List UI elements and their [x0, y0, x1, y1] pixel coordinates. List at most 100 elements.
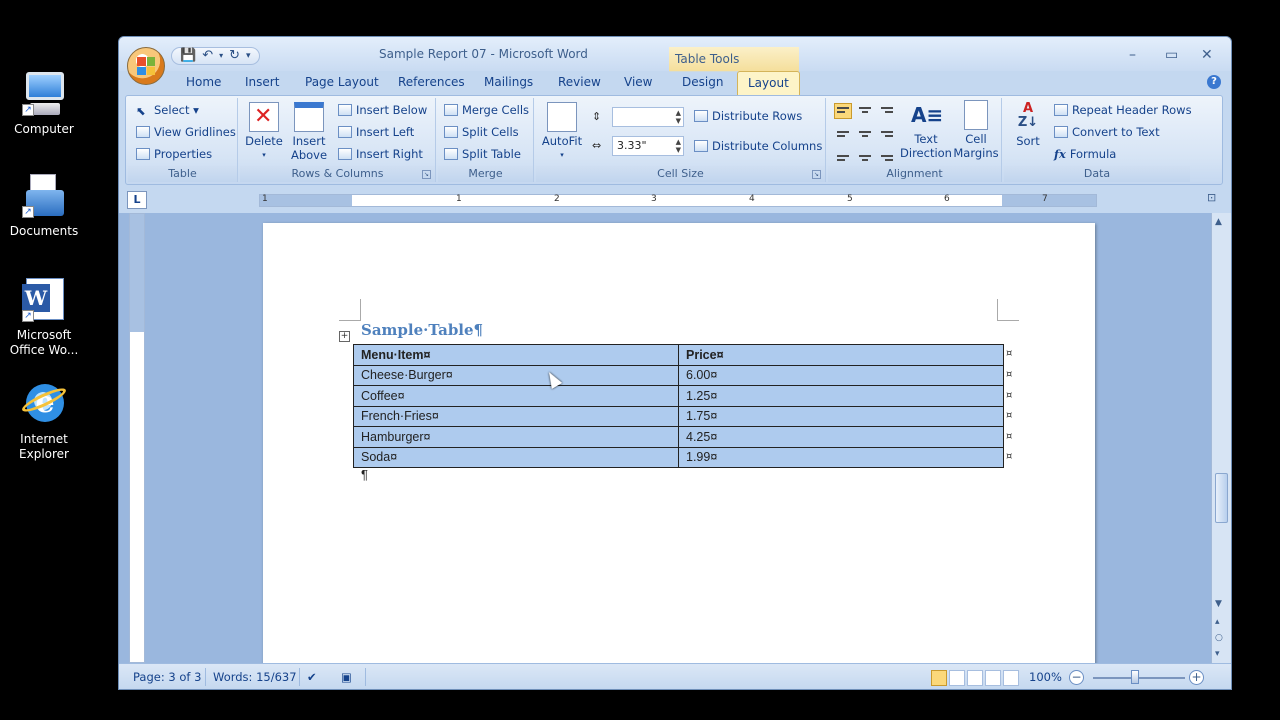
macro-record-icon[interactable]: ▣: [341, 670, 352, 684]
table-cell[interactable]: Soda¤: [353, 446, 679, 468]
office-button[interactable]: [127, 47, 165, 85]
align-top-right-icon[interactable]: [878, 103, 896, 119]
table-cell[interactable]: 1.75¤: [678, 405, 1004, 427]
print-layout-view-icon[interactable]: [931, 670, 947, 686]
word-count[interactable]: Words: 15/637: [213, 670, 297, 684]
formula-button[interactable]: fx Formula: [1054, 147, 1116, 161]
view-ruler-icon[interactable]: ⊡: [1207, 191, 1223, 207]
table-row[interactable]: Hamburger¤ 4.25¤: [353, 426, 1004, 448]
table-cell[interactable]: 6.00¤: [678, 364, 1004, 386]
scrollbar-thumb[interactable]: [1215, 473, 1228, 523]
horizontal-ruler[interactable]: 1 1 2 3 4 5 6 7: [259, 194, 1097, 207]
spinner-arrows-icon[interactable]: ▲ ▼: [676, 109, 681, 125]
insert-right-button[interactable]: Insert Right: [338, 147, 423, 161]
split-cells-button[interactable]: Split Cells: [444, 125, 519, 139]
column-width-input[interactable]: 3.33" ▲ ▼: [612, 136, 684, 156]
tab-review[interactable]: Review: [558, 75, 601, 89]
browse-object-icon[interactable]: ○: [1215, 633, 1223, 643]
sort-button[interactable]: A Z↓ Sort: [1010, 102, 1046, 149]
insert-left-button[interactable]: Insert Left: [338, 125, 414, 139]
maximize-button[interactable]: ▭: [1165, 47, 1178, 63]
zoom-slider-knob[interactable]: [1131, 670, 1139, 684]
align-center-right-icon[interactable]: [878, 125, 896, 141]
align-bottom-right-icon[interactable]: [878, 147, 896, 163]
customize-qat-icon[interactable]: ▾: [246, 48, 251, 64]
table-move-handle-icon[interactable]: +: [339, 331, 350, 342]
insert-above-button[interactable]: Insert Above: [288, 102, 330, 162]
dialog-launcher-icon[interactable]: ↘: [812, 170, 821, 179]
tab-mailings[interactable]: Mailings: [484, 75, 533, 89]
align-bottom-left-icon[interactable]: [834, 147, 852, 163]
convert-to-text-button[interactable]: Convert to Text: [1054, 125, 1160, 139]
tab-design[interactable]: Design: [682, 75, 723, 89]
align-bottom-center-icon[interactable]: [856, 147, 874, 163]
row-height-input[interactable]: ▲ ▼: [612, 107, 684, 127]
tab-references[interactable]: References: [398, 75, 465, 89]
vertical-scrollbar[interactable]: ▲ ▼ ▴ ○ ▾: [1211, 213, 1231, 663]
merge-cells-button[interactable]: Merge Cells: [444, 103, 529, 117]
next-page-icon[interactable]: ▾: [1215, 649, 1220, 659]
insert-below-button[interactable]: Insert Below: [338, 103, 427, 117]
table-row[interactable]: Coffee¤ 1.25¤: [353, 385, 1004, 407]
align-center-left-icon[interactable]: [834, 125, 852, 141]
web-layout-icon[interactable]: [967, 670, 983, 686]
dropdown-arrow-icon[interactable]: ▾: [219, 48, 223, 64]
align-top-center-icon[interactable]: [856, 103, 874, 119]
table-cell[interactable]: 1.25¤: [678, 385, 1004, 407]
close-button[interactable]: ✕: [1201, 47, 1213, 63]
save-icon[interactable]: 💾: [180, 48, 196, 64]
table-cell[interactable]: French·Fries¤: [353, 405, 679, 427]
distribute-rows-button[interactable]: Distribute Rows: [694, 109, 802, 123]
zoom-in-icon[interactable]: +: [1189, 670, 1204, 685]
outline-view-icon[interactable]: [985, 670, 1001, 686]
tab-home[interactable]: Home: [186, 75, 221, 89]
tab-insert[interactable]: Insert: [245, 75, 279, 89]
dialog-launcher-icon[interactable]: ↘: [422, 170, 431, 179]
tab-page-layout[interactable]: Page Layout: [305, 75, 379, 89]
zoom-level[interactable]: 100%: [1029, 670, 1062, 684]
desktop-icon-ie[interactable]: e Internet Explorer: [6, 380, 82, 462]
proofing-icon[interactable]: ✔: [307, 670, 317, 684]
properties-button[interactable]: Properties: [136, 147, 212, 161]
repeat-header-rows-button[interactable]: Repeat Header Rows: [1054, 103, 1192, 117]
distribute-columns-button[interactable]: Distribute Columns: [694, 139, 822, 153]
spinner-arrows-icon[interactable]: ▲ ▼: [676, 138, 681, 154]
desktop-icon-word[interactable]: W ↗ Microsoft Office Wo...: [6, 276, 82, 358]
document-page[interactable]: + Sample·Table¶ Menu·Item¤ Price¤ Cheese…: [263, 223, 1095, 663]
select-button[interactable]: ⬉ Select ▾: [136, 103, 199, 118]
vertical-ruler[interactable]: [129, 213, 145, 663]
delete-button[interactable]: ✕ Delete ▾: [244, 102, 284, 162]
align-center-icon[interactable]: [856, 125, 874, 141]
table-cell[interactable]: 1.99¤: [678, 446, 1004, 468]
text-direction-button[interactable]: A≡ Text Direction: [900, 100, 952, 160]
table-cell[interactable]: Coffee¤: [353, 385, 679, 407]
table-row[interactable]: Soda¤ 1.99¤: [353, 446, 1004, 468]
undo-icon[interactable]: ↶: [202, 48, 213, 64]
tab-view[interactable]: View: [624, 75, 652, 89]
view-gridlines-button[interactable]: View Gridlines: [136, 125, 236, 139]
table-row[interactable]: French·Fries¤ 1.75¤: [353, 405, 1004, 427]
minimize-button[interactable]: –: [1129, 47, 1136, 63]
cell-margins-button[interactable]: Cell Margins: [952, 100, 1000, 160]
document-heading[interactable]: Sample·Table¶: [361, 321, 483, 339]
table-row[interactable]: Cheese·Burger¤ 6.00¤: [353, 364, 1004, 386]
table-header-cell[interactable]: Price¤: [678, 344, 1004, 366]
scroll-down-icon[interactable]: ▼: [1215, 599, 1222, 609]
table-cell[interactable]: Hamburger¤: [353, 426, 679, 448]
table-header-row[interactable]: Menu·Item¤ Price¤: [353, 344, 1004, 366]
table-cell[interactable]: 4.25¤: [678, 426, 1004, 448]
zoom-slider[interactable]: [1093, 677, 1185, 679]
tab-selector-button[interactable]: L: [127, 191, 147, 209]
tab-layout[interactable]: Layout: [737, 71, 800, 96]
autofit-button[interactable]: AutoFit ▾: [540, 102, 584, 162]
page-count[interactable]: Page: 3 of 3: [133, 670, 201, 684]
full-screen-reading-icon[interactable]: [949, 670, 965, 686]
desktop-icon-computer[interactable]: ↗ Computer: [6, 70, 82, 137]
zoom-out-icon[interactable]: −: [1069, 670, 1084, 685]
desktop-icon-documents[interactable]: ↗ Documents: [6, 172, 82, 239]
split-table-button[interactable]: Split Table: [444, 147, 521, 161]
scroll-up-icon[interactable]: ▲: [1215, 217, 1222, 227]
align-top-left-icon[interactable]: [834, 103, 852, 119]
table-cell[interactable]: Cheese·Burger¤: [353, 364, 679, 386]
previous-page-icon[interactable]: ▴: [1215, 617, 1220, 627]
